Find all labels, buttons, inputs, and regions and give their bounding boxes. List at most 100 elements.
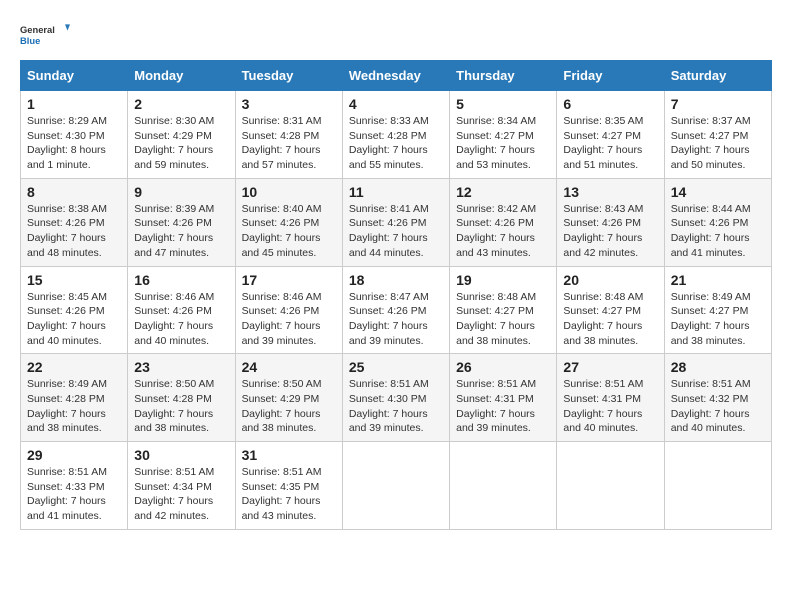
- calendar-cell: 29 Sunrise: 8:51 AMSunset: 4:33 PMDaylig…: [21, 442, 128, 530]
- svg-text:Blue: Blue: [20, 36, 40, 46]
- calendar-cell: 9 Sunrise: 8:39 AMSunset: 4:26 PMDayligh…: [128, 178, 235, 266]
- day-info: Sunrise: 8:33 AMSunset: 4:28 PMDaylight:…: [349, 114, 443, 173]
- day-number: 22: [27, 359, 121, 375]
- calendar-cell: 31 Sunrise: 8:51 AMSunset: 4:35 PMDaylig…: [235, 442, 342, 530]
- day-info: Sunrise: 8:45 AMSunset: 4:26 PMDaylight:…: [27, 290, 121, 349]
- day-number: 24: [242, 359, 336, 375]
- day-info: Sunrise: 8:51 AMSunset: 4:34 PMDaylight:…: [134, 465, 228, 524]
- day-number: 5: [456, 96, 550, 112]
- day-info: Sunrise: 8:43 AMSunset: 4:26 PMDaylight:…: [563, 202, 657, 261]
- day-number: 18: [349, 272, 443, 288]
- calendar-cell: 22 Sunrise: 8:49 AMSunset: 4:28 PMDaylig…: [21, 354, 128, 442]
- calendar-cell: 12 Sunrise: 8:42 AMSunset: 4:26 PMDaylig…: [450, 178, 557, 266]
- day-number: 4: [349, 96, 443, 112]
- day-info: Sunrise: 8:51 AMSunset: 4:35 PMDaylight:…: [242, 465, 336, 524]
- calendar-cell: 8 Sunrise: 8:38 AMSunset: 4:26 PMDayligh…: [21, 178, 128, 266]
- calendar-cell: 15 Sunrise: 8:45 AMSunset: 4:26 PMDaylig…: [21, 266, 128, 354]
- day-info: Sunrise: 8:51 AMSunset: 4:31 PMDaylight:…: [563, 377, 657, 436]
- day-number: 20: [563, 272, 657, 288]
- col-header-sunday: Sunday: [21, 61, 128, 91]
- calendar-cell: [557, 442, 664, 530]
- day-info: Sunrise: 8:48 AMSunset: 4:27 PMDaylight:…: [456, 290, 550, 349]
- day-number: 16: [134, 272, 228, 288]
- calendar-cell: [450, 442, 557, 530]
- calendar-cell: 10 Sunrise: 8:40 AMSunset: 4:26 PMDaylig…: [235, 178, 342, 266]
- col-header-monday: Monday: [128, 61, 235, 91]
- day-number: 27: [563, 359, 657, 375]
- calendar-cell: 30 Sunrise: 8:51 AMSunset: 4:34 PMDaylig…: [128, 442, 235, 530]
- calendar-cell: 28 Sunrise: 8:51 AMSunset: 4:32 PMDaylig…: [664, 354, 771, 442]
- calendar-cell: [664, 442, 771, 530]
- day-info: Sunrise: 8:30 AMSunset: 4:29 PMDaylight:…: [134, 114, 228, 173]
- col-header-thursday: Thursday: [450, 61, 557, 91]
- day-number: 14: [671, 184, 765, 200]
- calendar-cell: 5 Sunrise: 8:34 AMSunset: 4:27 PMDayligh…: [450, 91, 557, 179]
- calendar-cell: 11 Sunrise: 8:41 AMSunset: 4:26 PMDaylig…: [342, 178, 449, 266]
- calendar-cell: 23 Sunrise: 8:50 AMSunset: 4:28 PMDaylig…: [128, 354, 235, 442]
- day-number: 3: [242, 96, 336, 112]
- header-row: SundayMondayTuesdayWednesdayThursdayFrid…: [21, 61, 772, 91]
- day-number: 13: [563, 184, 657, 200]
- day-number: 2: [134, 96, 228, 112]
- day-number: 25: [349, 359, 443, 375]
- day-number: 1: [27, 96, 121, 112]
- col-header-friday: Friday: [557, 61, 664, 91]
- day-info: Sunrise: 8:46 AMSunset: 4:26 PMDaylight:…: [242, 290, 336, 349]
- calendar-cell: 27 Sunrise: 8:51 AMSunset: 4:31 PMDaylig…: [557, 354, 664, 442]
- day-number: 23: [134, 359, 228, 375]
- day-number: 29: [27, 447, 121, 463]
- day-number: 11: [349, 184, 443, 200]
- day-number: 9: [134, 184, 228, 200]
- day-number: 12: [456, 184, 550, 200]
- day-number: 10: [242, 184, 336, 200]
- day-info: Sunrise: 8:34 AMSunset: 4:27 PMDaylight:…: [456, 114, 550, 173]
- calendar-cell: 18 Sunrise: 8:47 AMSunset: 4:26 PMDaylig…: [342, 266, 449, 354]
- col-header-saturday: Saturday: [664, 61, 771, 91]
- header: General Blue: [20, 16, 772, 54]
- calendar-week-2: 8 Sunrise: 8:38 AMSunset: 4:26 PMDayligh…: [21, 178, 772, 266]
- day-number: 31: [242, 447, 336, 463]
- day-info: Sunrise: 8:44 AMSunset: 4:26 PMDaylight:…: [671, 202, 765, 261]
- day-info: Sunrise: 8:50 AMSunset: 4:29 PMDaylight:…: [242, 377, 336, 436]
- day-info: Sunrise: 8:48 AMSunset: 4:27 PMDaylight:…: [563, 290, 657, 349]
- calendar-cell: [342, 442, 449, 530]
- calendar-cell: 20 Sunrise: 8:48 AMSunset: 4:27 PMDaylig…: [557, 266, 664, 354]
- day-info: Sunrise: 8:39 AMSunset: 4:26 PMDaylight:…: [134, 202, 228, 261]
- day-number: 19: [456, 272, 550, 288]
- calendar-cell: 17 Sunrise: 8:46 AMSunset: 4:26 PMDaylig…: [235, 266, 342, 354]
- day-info: Sunrise: 8:47 AMSunset: 4:26 PMDaylight:…: [349, 290, 443, 349]
- day-number: 6: [563, 96, 657, 112]
- svg-text:General: General: [20, 25, 55, 35]
- day-info: Sunrise: 8:29 AMSunset: 4:30 PMDaylight:…: [27, 114, 121, 173]
- calendar-cell: 6 Sunrise: 8:35 AMSunset: 4:27 PMDayligh…: [557, 91, 664, 179]
- day-info: Sunrise: 8:51 AMSunset: 4:31 PMDaylight:…: [456, 377, 550, 436]
- calendar-cell: 1 Sunrise: 8:29 AMSunset: 4:30 PMDayligh…: [21, 91, 128, 179]
- col-header-tuesday: Tuesday: [235, 61, 342, 91]
- day-number: 8: [27, 184, 121, 200]
- day-info: Sunrise: 8:31 AMSunset: 4:28 PMDaylight:…: [242, 114, 336, 173]
- day-number: 30: [134, 447, 228, 463]
- calendar-cell: 14 Sunrise: 8:44 AMSunset: 4:26 PMDaylig…: [664, 178, 771, 266]
- day-info: Sunrise: 8:46 AMSunset: 4:26 PMDaylight:…: [134, 290, 228, 349]
- calendar-cell: 13 Sunrise: 8:43 AMSunset: 4:26 PMDaylig…: [557, 178, 664, 266]
- day-info: Sunrise: 8:37 AMSunset: 4:27 PMDaylight:…: [671, 114, 765, 173]
- day-number: 28: [671, 359, 765, 375]
- calendar-table: SundayMondayTuesdayWednesdayThursdayFrid…: [20, 60, 772, 530]
- day-number: 17: [242, 272, 336, 288]
- calendar-week-3: 15 Sunrise: 8:45 AMSunset: 4:26 PMDaylig…: [21, 266, 772, 354]
- logo: General Blue: [20, 16, 70, 54]
- day-number: 15: [27, 272, 121, 288]
- calendar-week-5: 29 Sunrise: 8:51 AMSunset: 4:33 PMDaylig…: [21, 442, 772, 530]
- calendar-cell: 24 Sunrise: 8:50 AMSunset: 4:29 PMDaylig…: [235, 354, 342, 442]
- day-info: Sunrise: 8:41 AMSunset: 4:26 PMDaylight:…: [349, 202, 443, 261]
- calendar-cell: 26 Sunrise: 8:51 AMSunset: 4:31 PMDaylig…: [450, 354, 557, 442]
- day-info: Sunrise: 8:42 AMSunset: 4:26 PMDaylight:…: [456, 202, 550, 261]
- day-number: 7: [671, 96, 765, 112]
- logo-svg: General Blue: [20, 16, 70, 54]
- calendar-cell: 7 Sunrise: 8:37 AMSunset: 4:27 PMDayligh…: [664, 91, 771, 179]
- day-info: Sunrise: 8:51 AMSunset: 4:33 PMDaylight:…: [27, 465, 121, 524]
- day-info: Sunrise: 8:51 AMSunset: 4:32 PMDaylight:…: [671, 377, 765, 436]
- day-info: Sunrise: 8:40 AMSunset: 4:26 PMDaylight:…: [242, 202, 336, 261]
- day-info: Sunrise: 8:38 AMSunset: 4:26 PMDaylight:…: [27, 202, 121, 261]
- calendar-cell: 16 Sunrise: 8:46 AMSunset: 4:26 PMDaylig…: [128, 266, 235, 354]
